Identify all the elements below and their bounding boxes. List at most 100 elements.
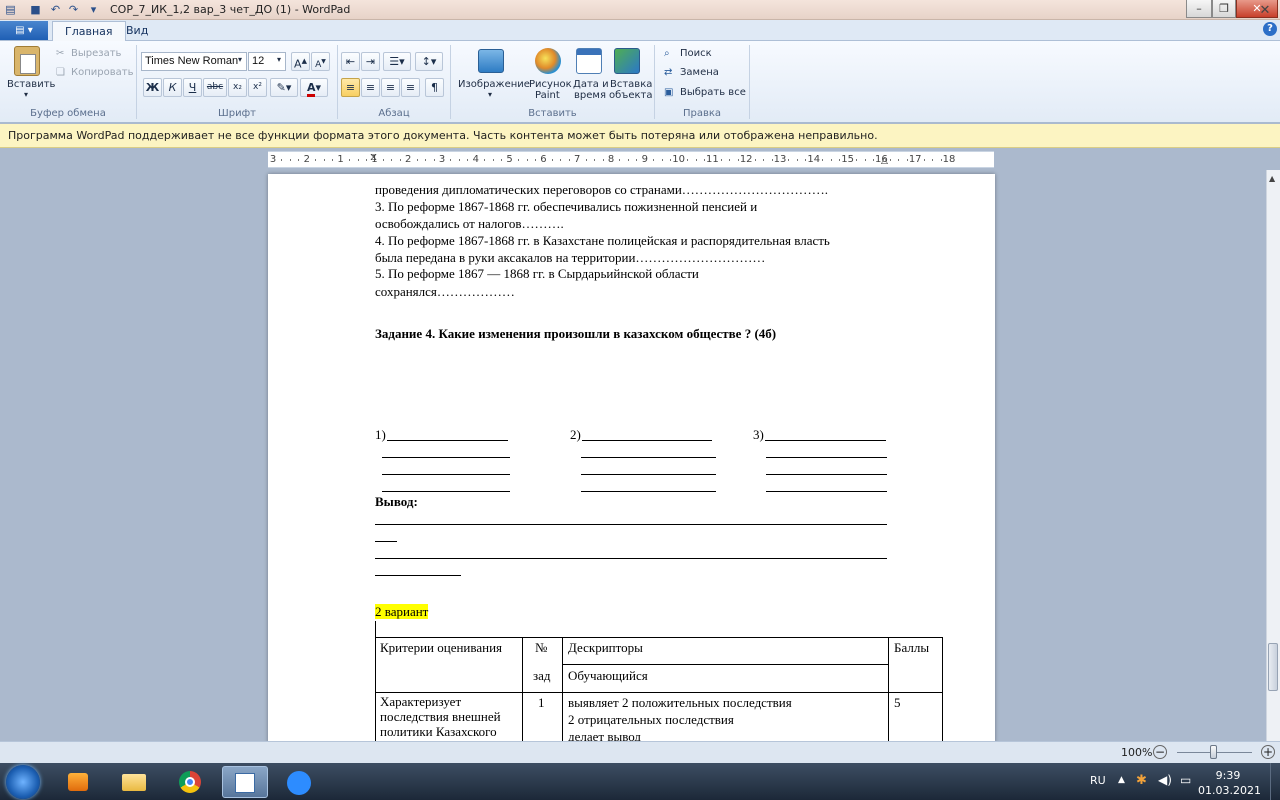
ruler-tick (906, 159, 908, 161)
ruler-tick (661, 159, 663, 161)
paragraph-settings-button[interactable]: ¶ (425, 78, 444, 97)
chrome-taskbar-icon[interactable] (171, 766, 209, 798)
paste-icon[interactable] (14, 46, 40, 76)
app-menu-button[interactable]: ▤ ▾ (0, 21, 48, 40)
save-icon[interactable]: ■ (28, 2, 43, 17)
volume-icon[interactable]: ◀) (1158, 773, 1172, 787)
cut-icon[interactable]: ✂ (56, 48, 64, 59)
bold-button[interactable]: Ж (143, 78, 162, 97)
ruler-tick (754, 159, 756, 161)
ruler-tick (501, 159, 503, 161)
minimize-button[interactable]: – (1186, 0, 1212, 18)
answer-line (582, 440, 712, 441)
line-spacing-button[interactable]: ↕▾ (415, 52, 443, 71)
document-page[interactable]: проведения дипломатических переговоров с… (268, 174, 995, 747)
clock-date[interactable]: 01.03.2021 (1198, 784, 1261, 797)
align-right-button[interactable]: ≡ (381, 78, 400, 97)
show-desktop-button[interactable] (1270, 763, 1280, 800)
scrollbar-thumb[interactable] (1268, 643, 1278, 691)
indent-marker-icon[interactable]: ⧖ (370, 152, 377, 163)
ruler-label: 12 (739, 154, 753, 165)
right-indent-marker-icon[interactable]: △ (881, 156, 888, 166)
increase-indent-button[interactable]: ⇥ (361, 52, 380, 71)
ruler[interactable]: 3 2 1 1 2 3 4 5 6 7 8 9 10 11 12 13 14 15 16 17 18 ⧖ △ (268, 151, 994, 168)
ruler-tick (822, 159, 824, 161)
ruler-tick (653, 159, 655, 161)
select-all-button[interactable]: Выбрать все (680, 87, 746, 98)
decrease-indent-button[interactable]: ⇤ (341, 52, 360, 71)
ruler-tick (534, 159, 536, 161)
paint-drawing-button[interactable]: Рисунок (529, 79, 572, 90)
bullet-list-button[interactable]: ☰▾ (383, 52, 411, 71)
copy-button[interactable]: Копировать (71, 67, 133, 78)
answer-line (766, 457, 887, 458)
help-icon[interactable]: ? (1263, 22, 1277, 36)
subscript-button[interactable]: x₂ (228, 78, 247, 97)
answer-line (382, 491, 510, 492)
clock-time[interactable]: 9:39 (1198, 769, 1258, 782)
italic-button[interactable]: К (163, 78, 182, 97)
zoom-in-icon[interactable]: + (1261, 745, 1275, 759)
strikethrough-button[interactable]: abc (203, 78, 227, 97)
grow-font-button[interactable]: A▲ (291, 52, 310, 71)
network-icon[interactable]: ▭ (1180, 773, 1191, 787)
redo-icon[interactable]: ↷ (66, 2, 81, 17)
ruler-tick (830, 159, 832, 161)
app-icon[interactable]: ▤ (3, 2, 18, 17)
doc-line: 3. По реформе 1867-1868 гг. обеспечивали… (375, 199, 758, 214)
maximize-button[interactable]: ❐ (1212, 0, 1236, 18)
scroll-up-icon[interactable]: ▲ (1269, 174, 1275, 183)
font-color-button[interactable]: A▾ (300, 78, 328, 97)
ruler-tick (315, 159, 317, 161)
paint-icon[interactable] (535, 48, 561, 74)
wordpad-taskbar-icon[interactable] (222, 766, 268, 798)
align-left-button[interactable]: ≡ (341, 78, 360, 97)
highlight-color-button[interactable]: ✎▾ (270, 78, 298, 97)
close-notification-icon[interactable]: ✕ (1258, 4, 1272, 18)
find-button[interactable]: Поиск (680, 48, 712, 59)
copy-icon[interactable]: ❏ (56, 67, 65, 78)
font-family-select[interactable]: Times New Roman (141, 52, 247, 71)
ruler-tick (737, 159, 739, 161)
replace-icon[interactable]: ⇄ (664, 67, 672, 78)
tab-view[interactable]: Вид (114, 21, 160, 41)
answer-1-label: 1) (375, 427, 386, 442)
select-all-icon[interactable]: ▣ (664, 87, 673, 98)
calendar-clock-icon[interactable] (576, 48, 602, 74)
header-points: Баллы (894, 640, 930, 655)
font-group-label: Шрифт (218, 108, 256, 119)
undo-icon[interactable]: ↶ (48, 2, 63, 17)
zoom-out-icon[interactable]: − (1153, 745, 1167, 759)
paste-dropdown-icon[interactable]: ▾ (24, 90, 28, 99)
zoom-app-taskbar-icon[interactable] (280, 766, 318, 798)
ruler-label: 11 (706, 154, 719, 165)
align-center-button[interactable]: ≡ (361, 78, 380, 97)
header-number-sub: зад (533, 668, 551, 683)
start-button[interactable] (6, 765, 40, 799)
media-player-taskbar-icon[interactable] (59, 766, 97, 798)
insert-object-icon[interactable] (614, 48, 640, 74)
tray-expand-icon[interactable]: ▲ (1118, 775, 1125, 785)
shrink-font-button[interactable]: A▼ (311, 52, 330, 71)
replace-button[interactable]: Замена (680, 67, 719, 78)
tray-app-icon[interactable]: ✱ (1136, 773, 1147, 788)
image-icon[interactable] (478, 49, 504, 73)
explorer-taskbar-icon[interactable] (115, 766, 153, 798)
insert-image-button[interactable]: Изображение (458, 79, 530, 90)
paste-button[interactable]: Вставить (7, 79, 55, 90)
find-icon[interactable]: ⌕ (664, 48, 670, 59)
answer-3-label: 3) (753, 427, 764, 442)
row1-descriptor-line: 2 отрицательных последствия (568, 712, 734, 727)
ruler-label: 3 (438, 154, 446, 165)
zoom-slider-thumb[interactable] (1210, 745, 1217, 759)
superscript-button[interactable]: x² (248, 78, 267, 97)
quick-access-dropdown-icon[interactable]: ▾ (86, 2, 101, 17)
underline-button[interactable]: Ч (183, 78, 202, 97)
insert-object-button[interactable]: Вставка (610, 79, 652, 90)
date-time-button[interactable]: Дата и (573, 79, 609, 90)
cut-button[interactable]: Вырезать (71, 48, 121, 59)
ruler-tick (518, 159, 520, 161)
justify-button[interactable]: ≡ (401, 78, 420, 97)
answer-line (387, 440, 508, 441)
language-indicator[interactable]: RU (1090, 774, 1106, 787)
